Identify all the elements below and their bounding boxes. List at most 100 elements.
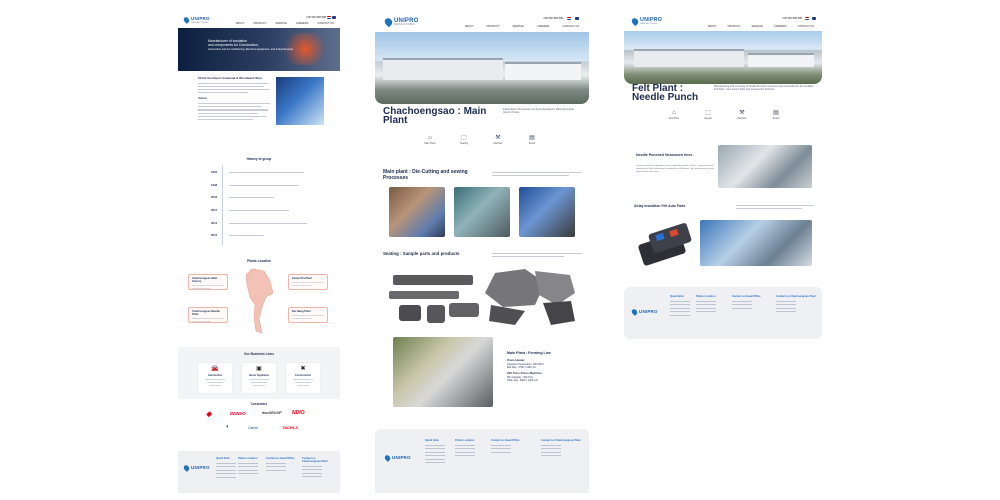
menu-about[interactable]: ABOUT [465,25,474,28]
menu-contact[interactable]: CONTACT US [562,25,579,28]
history-title: History of group [246,157,272,161]
photo-forming-line [393,337,493,407]
menu-service[interactable]: SERVICE [275,22,286,25]
hero-line-3: Automotive and Air conditioning, Electri… [208,47,294,51]
timeline-item: 2002 [211,195,275,199]
uk-flag-icon[interactable] [332,16,336,19]
forming-specs: Oven Heater Operation Temperature: 150-3… [507,358,545,382]
menu-service[interactable]: SERVICE [751,25,762,28]
business-lines-section: Our Business Lines 🚘 Automotive ▣ Home A… [178,347,340,399]
press-icon: ⚒ [739,110,745,116]
top-nav: UNIPRO MANUFACTURING 038 580 888 888 ABOU… [178,15,340,27]
section-die-cutting-body [492,171,582,176]
timeline-item: 1987 [211,170,305,174]
menu-about[interactable]: ABOUT [708,25,717,28]
plant-card[interactable]: Chachoengsao Needle Plant [188,307,228,323]
business-card-construction[interactable]: ✖ Construction [286,363,320,393]
menu-careers[interactable]: CAREERS [537,25,550,28]
unipro-logo[interactable]: UNIPRO MANUFACTURING [182,16,210,25]
footer-logo[interactable]: UNIPRO [182,464,210,472]
footer-plant-contact: Contact us Chachoengsao Plant [541,439,581,457]
section-tabs: ⌂ Felt Plant ⬚ Needle ⚒ Machine ▤ Board [657,110,793,120]
menu-careers[interactable]: CAREERS [296,22,309,25]
customer-logo-carrier: Carrier [248,426,259,430]
unipro-logo[interactable]: UNIPRO MANUFACTURING [383,16,419,28]
board-icon: ▤ [529,135,535,141]
tab-needle[interactable]: ⬚ Needle [691,110,725,120]
customers-title: Customers [250,402,268,406]
intro-section: Chimi Southport Greatoak & Woodward Shar… [198,76,273,121]
main-menu: ABOUT PRODUCT SERVICE CAREERS CONTACT US [708,25,814,28]
factory-icon: ⌂ [672,110,676,116]
uk-flag-icon[interactable] [575,17,579,20]
uk-flag-icon[interactable] [812,17,816,20]
section-seating-title: Seating : Sample parts and products [383,251,460,256]
phone-number: 038 580 888 888 [306,16,326,19]
main-menu: ABOUT PRODUCT SERVICE CAREERS CONTACT US [236,22,334,25]
business-card-appliance[interactable]: ▣ Home Appliance [242,363,276,393]
menu-contact[interactable]: CONTACT US [317,22,334,25]
tab-felt-plant[interactable]: ⌂ Felt Plant [657,110,691,120]
plant-card[interactable]: Bor Bang Plant [288,307,328,323]
photo-needle-line [718,145,812,188]
section-airlay-body [736,205,814,209]
menu-contact[interactable]: CONTACT US [797,25,814,28]
menu-product[interactable]: PRODUCT [728,25,741,28]
menu-product[interactable]: PRODUCT [487,25,500,28]
needle-icon: ⬚ [705,110,711,116]
plant-card[interactable]: Chachoengsao Main Factory [188,274,228,290]
tab-machine[interactable]: ⚒ Machine [481,135,515,145]
footer-quick-links: Quick links [670,295,690,316]
customer-logo-tachi: TACHI-S [282,425,298,430]
felt-parts-photo [638,223,692,266]
customer-logo-itsu: itsuGROUP [262,411,282,415]
page-title: Chachoengsao : Main Plant [383,106,487,126]
tab-seating[interactable]: ⬚ Seating [447,135,481,145]
section-airlay-title: Airlay Insulation Felt Auto Parts [634,204,686,208]
thai-flag-icon[interactable] [567,17,571,20]
footer-plant-contact: Contact us Chachoengsao Plant [302,457,334,478]
footer-plants: Plants Location [455,439,475,457]
business-card-automotive[interactable]: 🚘 Automotive [198,363,232,393]
phone-number: 038 580 888 888 [543,17,563,20]
menu-careers[interactable]: CAREERS [774,25,787,28]
footer-plant-contact: Contact us Chachoengsao Plant [776,295,816,313]
brand-sub: MANUFACTURING [191,21,209,24]
main-plant-page-screenshot: UNIPRO MANUFACTURING 038 580 888 888 ABOU… [375,15,589,493]
menu-about[interactable]: ABOUT [236,22,245,25]
photo-machinery [454,187,510,237]
plant-card[interactable]: Samut Pra Plant [288,274,328,290]
felt-plant-page-screenshot: UNIPRO MANUFACTURING 038 580 888 888 ABOU… [624,15,822,345]
tab-main-plant[interactable]: ⌂ Main Plant [413,135,447,145]
section-needle-title: Needle Punched Nonwoven lines [636,153,693,157]
board-icon: ▤ [773,110,779,116]
footer-plants: Plants Location [238,457,258,475]
photo-worker-cutting [389,187,445,237]
main-menu: ABOUT PRODUCT SERVICE CAREERS CONTACT US [465,25,579,28]
footer-head-office: Contact us Head Office [266,457,296,471]
menu-product[interactable]: PRODUCT [254,22,267,25]
section-seating-body [492,253,582,257]
footer-quick-links: Quick links [425,439,445,464]
tab-board[interactable]: ▤ Board [759,110,793,120]
footer-logo[interactable]: UNIPRO [383,454,411,462]
tab-machine[interactable]: ⚒ Machine [725,110,759,120]
tab-board[interactable]: ▤ Board [515,135,549,145]
customer-logo-taoda: ◐ [226,424,230,430]
business-title: Our Business Lines [244,352,274,356]
timeline-item: 2015 [211,233,265,237]
timeline-item: 2014 [211,221,308,225]
thai-flag-icon[interactable] [805,17,809,20]
photo-technician [519,187,575,237]
footer-logo[interactable]: UNIPRO [630,308,658,316]
menu-service[interactable]: SERVICE [512,25,523,28]
sample-parts-illustration [389,269,575,325]
plants-title: Plants Location [247,259,271,263]
page-lede: Manufacturing and converting of Needle P… [714,85,814,91]
logo-drop-icon [182,16,191,25]
unipro-logo[interactable]: UNIPRO MANUFACTURING [630,17,662,27]
seat-icon: ⬚ [461,135,467,141]
photo-airlay-line [700,220,812,266]
footer-head-office: Contact us Head Office [491,439,539,453]
thai-flag-icon[interactable] [327,16,331,19]
